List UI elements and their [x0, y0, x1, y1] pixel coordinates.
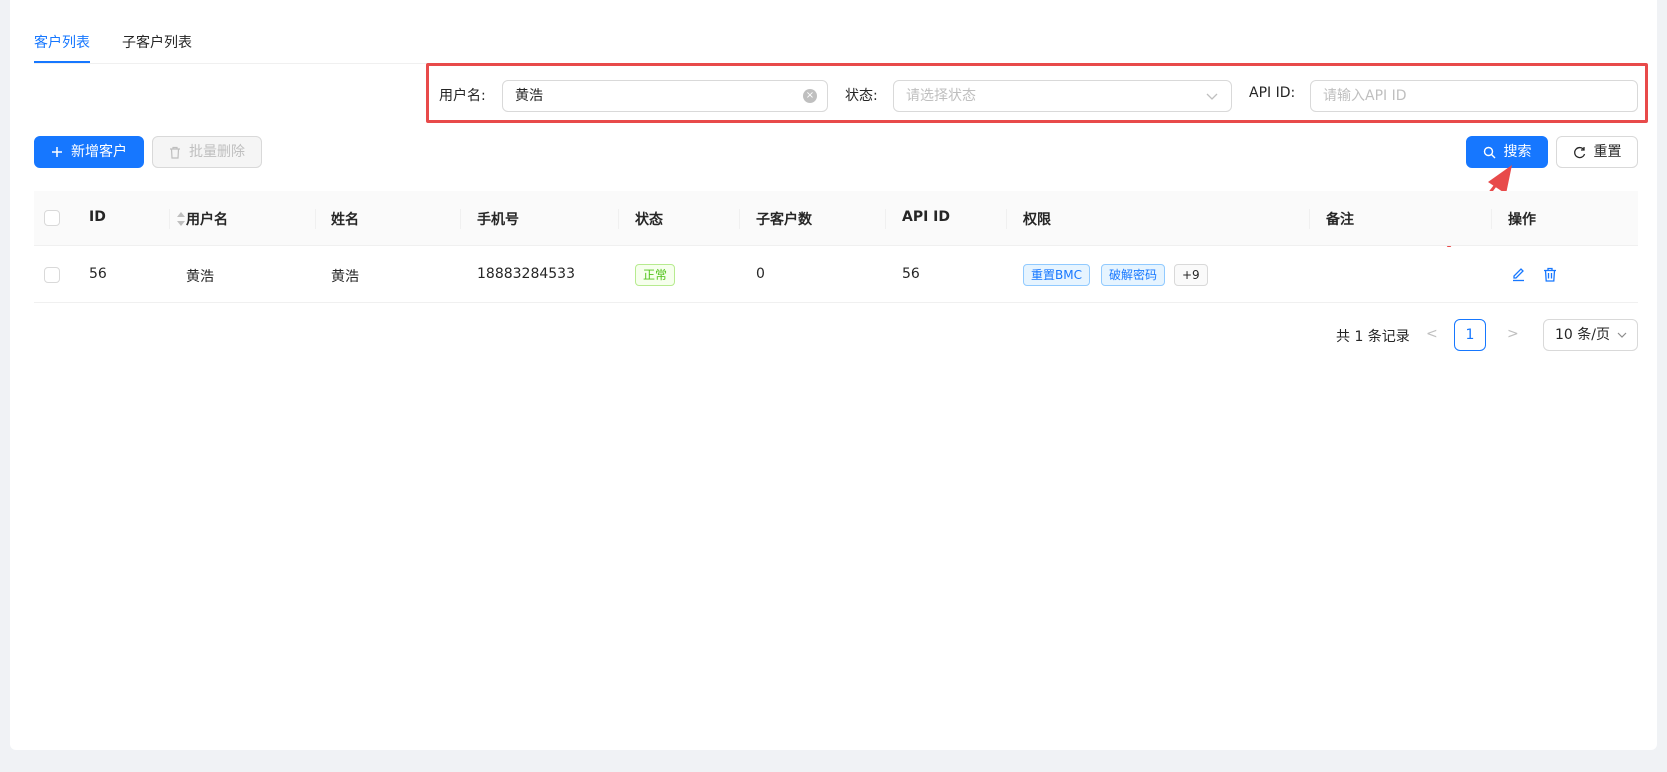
apiid-placeholder: 请输入API ID: [1323, 88, 1407, 104]
col-separator: [169, 209, 170, 229]
tab-sub-customer-list[interactable]: 子客户列表: [122, 32, 192, 52]
chevron-down-icon: [1206, 93, 1218, 100]
edit-icon[interactable]: [1511, 267, 1526, 282]
col-separator: [460, 209, 461, 229]
tab-customer-list[interactable]: 客户列表: [34, 32, 90, 52]
apiid-input[interactable]: 请输入API ID: [1310, 80, 1638, 112]
col-api-id: API ID: [902, 209, 951, 225]
table-row: 56 黄浩 黄浩 18883284533 正常 0 56 重置BMC 破解密码 …: [34, 247, 1638, 303]
col-separator: [1309, 209, 1310, 229]
col-sub-count: 子客户数: [756, 212, 812, 228]
sort-icon[interactable]: [176, 211, 186, 227]
chevron-down-icon: [1617, 332, 1627, 338]
page-size-label: 10 条/页: [1555, 327, 1610, 343]
add-customer-button[interactable]: 新增客户: [34, 136, 144, 168]
col-permissions: 权限: [1023, 212, 1051, 228]
pagination-total: 共 1 条记录: [1336, 329, 1410, 345]
status-select[interactable]: 请选择状态: [893, 80, 1232, 112]
pagination-page-1[interactable]: 1: [1454, 319, 1486, 351]
cell-name: 黄浩: [331, 269, 359, 285]
trash-icon: [170, 146, 180, 159]
col-separator: [739, 209, 740, 229]
col-remark: 备注: [1326, 212, 1354, 228]
permission-tag: 破解密码: [1101, 264, 1166, 286]
username-input[interactable]: 黄浩 ×: [502, 80, 828, 112]
add-customer-label: 新增客户: [71, 144, 127, 160]
select-all-checkbox[interactable]: [44, 210, 60, 226]
apiid-label: API ID:: [1249, 85, 1296, 101]
reset-label: 重置: [1593, 144, 1622, 160]
col-actions: 操作: [1508, 212, 1536, 228]
permission-more-tag[interactable]: +9: [1174, 264, 1208, 286]
reset-button[interactable]: 重置: [1556, 136, 1638, 168]
search-icon: [1483, 146, 1495, 158]
cell-api-id: 56: [902, 266, 920, 282]
col-id: ID: [89, 209, 106, 225]
tab-active-indicator: [34, 61, 90, 63]
tab-bar: [34, 0, 1638, 64]
col-separator: [618, 209, 619, 229]
page-size-select[interactable]: 10 条/页: [1543, 319, 1638, 351]
pagination-next-button[interactable]: >: [1507, 326, 1519, 342]
cell-sub-count: 0: [756, 266, 765, 282]
reload-icon: [1573, 146, 1585, 158]
batch-delete-button[interactable]: 批量删除: [152, 136, 262, 168]
plus-icon: [52, 147, 62, 157]
col-name: 姓名: [331, 212, 359, 228]
batch-delete-label: 批量删除: [189, 144, 245, 160]
clear-icon[interactable]: ×: [803, 89, 817, 103]
col-phone: 手机号: [477, 212, 519, 228]
col-username: 用户名: [186, 212, 228, 228]
col-status: 状态: [635, 212, 663, 228]
col-separator: [315, 209, 316, 229]
username-input-value: 黄浩: [515, 88, 543, 104]
col-separator: [1491, 209, 1492, 229]
permission-tag: 重置BMC: [1023, 264, 1090, 286]
col-separator: [885, 209, 886, 229]
cell-username: 黄浩: [186, 269, 214, 285]
username-label: 用户名:: [439, 88, 486, 104]
cell-id: 56: [89, 266, 107, 282]
status-badge: 正常: [635, 264, 676, 286]
cell-phone: 18883284533: [477, 266, 575, 282]
col-separator: [1006, 209, 1007, 229]
status-placeholder: 请选择状态: [906, 88, 976, 104]
row-checkbox[interactable]: [44, 267, 60, 283]
delete-icon[interactable]: [1543, 267, 1557, 282]
table-header: ID 用户名 姓名 手机号 状态 子客户数 API ID 权限 备注 操作: [34, 191, 1638, 246]
status-label: 状态:: [845, 88, 878, 104]
pagination-prev-button[interactable]: <: [1426, 326, 1438, 342]
